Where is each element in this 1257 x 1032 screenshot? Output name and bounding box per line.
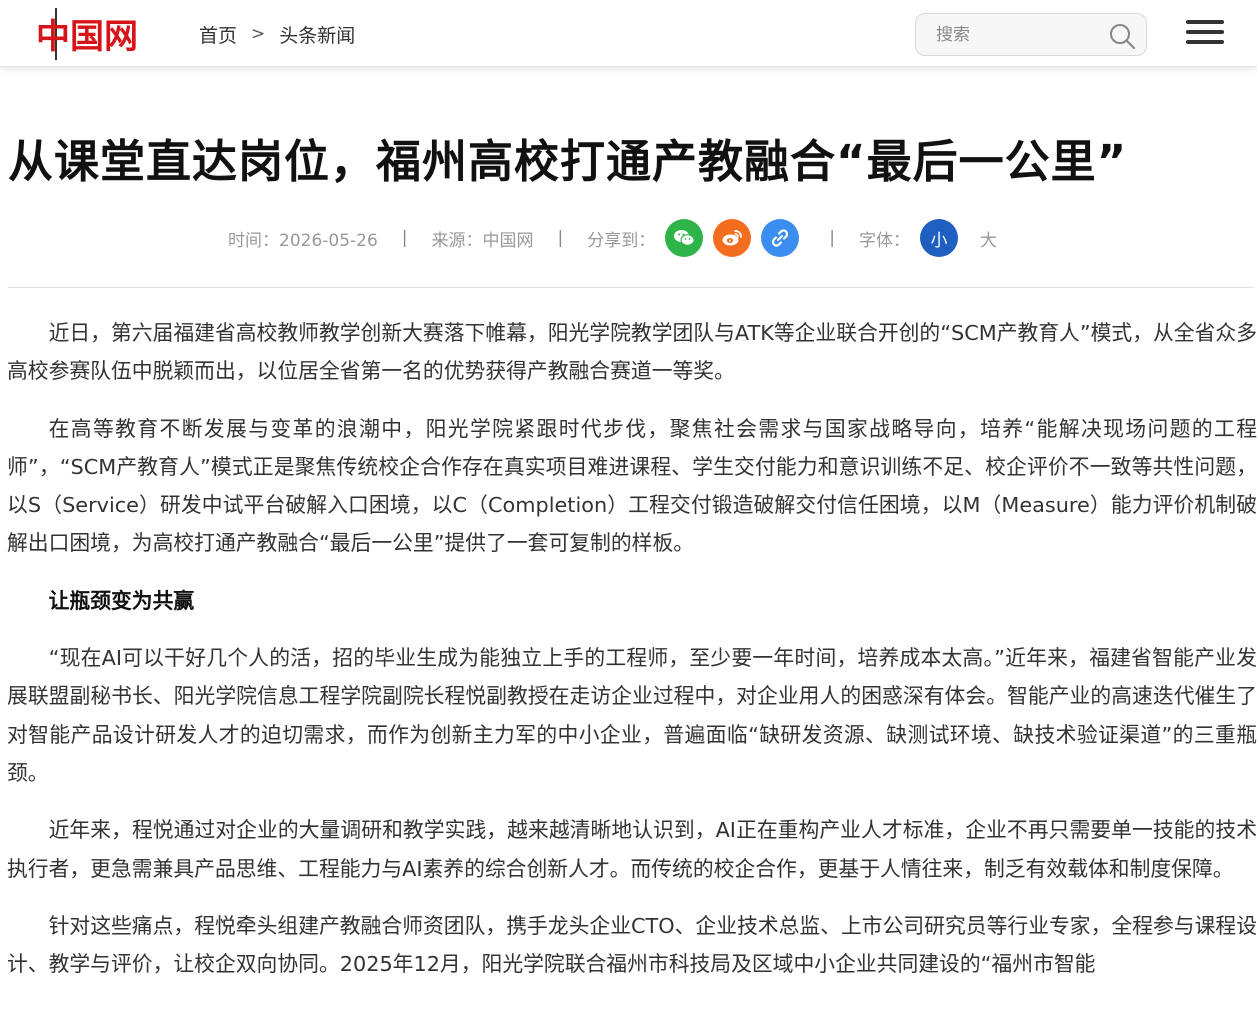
logo-text: 中国网 [36, 17, 138, 57]
font-large-button[interactable]: 大 [980, 226, 997, 251]
hamburger-menu-icon[interactable] [1186, 20, 1224, 48]
china-net-logo[interactable]: 中国网 [34, 6, 142, 62]
breadcrumb: 首页 > 头条新闻 [199, 20, 355, 48]
meta-divider: | [401, 228, 408, 248]
font-small-button[interactable]: 小 [920, 219, 958, 257]
search-input[interactable] [916, 14, 1106, 55]
share-weibo-button[interactable] [713, 219, 752, 257]
wechat-icon [674, 230, 695, 246]
article-title: 从课堂直达岗位，福州高校打通产教融合“最后一公里” [8, 135, 1128, 188]
meta-divider: | [557, 228, 564, 248]
article-paragraph: 在高等教育不断发展与变革的浪潮中，阳光学院紧跟时代步伐，聚焦社会需求与国家战略导… [7, 416, 1257, 556]
breadcrumb-home[interactable]: 首页 [199, 21, 237, 48]
share-wechat-button[interactable] [665, 219, 704, 257]
article-paragraph: “现在AI可以干好几个人的活，招的毕业生成为能独立上手的工程师，至少要一年时间，… [7, 646, 1257, 785]
article-body: 近日，第六届福建省高校教师教学创新大赛落下帷幕，阳光学院教学团队与ATK等企业联… [7, 314, 1257, 1002]
breadcrumb-separator: > [251, 24, 266, 44]
share-link-button[interactable] [761, 219, 800, 257]
article-paragraph: 近年来，程悦通过对企业的大量调研和教学实践，越来越清晰地认识到，AI正在重构产业… [7, 818, 1257, 881]
meta-divider: | [829, 228, 835, 248]
site-header: 中国网 首页 > 头条新闻 [0, 0, 1257, 67]
font-size-label: 字体： [859, 230, 910, 251]
search-icon[interactable] [1108, 22, 1136, 50]
article-paragraph: 针对这些痛点，程悦牵头组建产教融合师资团队，携手龙头企业CTO、企业技术总监、上… [7, 913, 1257, 977]
share-label: 分享到： [587, 230, 656, 251]
link-icon [772, 229, 789, 247]
breadcrumb-current[interactable]: 头条新闻 [279, 21, 355, 48]
search-box [915, 13, 1147, 56]
article-meta: 时间：2026-05-26 | 来源：中国网 | 分享到： | 字体： 小 大 [228, 218, 997, 258]
article-paragraph: 近日，第六届福建省高校教师教学创新大赛落下帷幕，阳光学院教学团队与ATK等企业联… [7, 321, 1257, 384]
title-divider [8, 287, 1253, 288]
publish-time: 时间：2026-05-26 [228, 230, 378, 251]
article-source: 来源：中国网 [431, 230, 534, 251]
weibo-icon [722, 230, 743, 246]
article-subheading: 让瓶颈变为共赢 [48, 588, 195, 613]
